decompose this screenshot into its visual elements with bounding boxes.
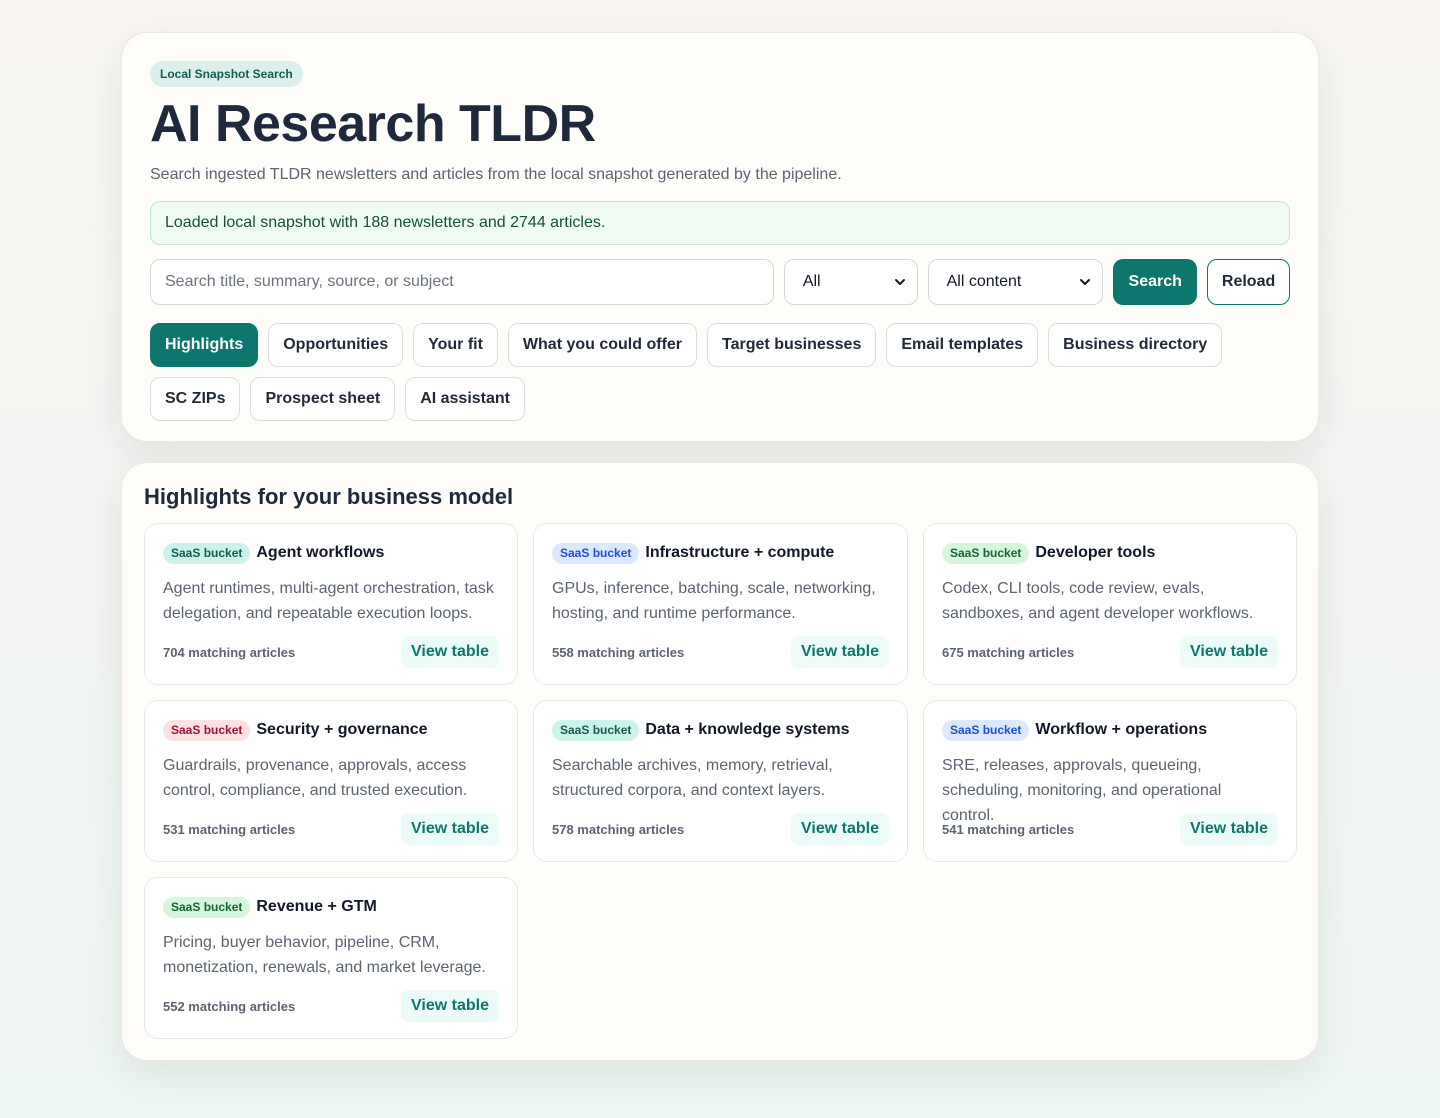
status-banner: Loaded local snapshot with 188 newslette… (150, 201, 1290, 245)
card-title: Developer tools (1035, 544, 1156, 561)
tab-your-fit[interactable]: Your fit (413, 323, 498, 367)
search-row: All All content Search Reload (150, 259, 1290, 305)
card-description: Codex, CLI tools, code review, evals, sa… (942, 580, 1254, 622)
card-title: Revenue + GTM (256, 898, 377, 915)
tab-opportunities[interactable]: Opportunities (268, 323, 404, 367)
snapshot-badge: Local Snapshot Search (150, 61, 303, 87)
tab-business-directory[interactable]: Business directory (1048, 323, 1223, 367)
highlight-card: SaaS bucket Data + knowledge systems Sea… (533, 700, 908, 862)
bucket-badge: SaaS bucket (163, 542, 251, 564)
highlight-card: SaaS bucket Workflow + operations SRE, r… (923, 700, 1297, 862)
bucket-badge: SaaS bucket (552, 719, 640, 741)
bucket-badge: SaaS bucket (163, 896, 251, 918)
card-description: GPUs, inference, batching, scale, networ… (552, 580, 876, 622)
card-title: Agent workflows (256, 544, 385, 561)
article-count: 558 matching articles (552, 644, 685, 660)
card-title: Security + governance (256, 721, 428, 738)
search-input[interactable] (150, 259, 774, 305)
card-title: Workflow + operations (1035, 721, 1208, 738)
highlight-card: SaaS bucket Agent workflows Agent runtim… (144, 523, 518, 685)
tab-highlights[interactable]: Highlights (150, 323, 259, 367)
tab-prospect-sheet[interactable]: Prospect sheet (250, 377, 396, 421)
page-subtitle: Search ingested TLDR newsletters and art… (150, 166, 842, 183)
highlight-card: SaaS bucket Infrastructure + compute GPU… (533, 523, 908, 685)
article-count: 578 matching articles (552, 821, 685, 837)
view-table-button[interactable]: View table (1180, 636, 1278, 668)
bucket-badge: SaaS bucket (552, 542, 640, 564)
reload-button[interactable]: Reload (1207, 259, 1290, 305)
tab-sc-zips[interactable]: SC ZIPs (150, 377, 241, 421)
tab-bar: Highlights Opportunities Your fit What y… (150, 323, 1250, 421)
search-panel: Local Snapshot Search AI Research TLDR S… (121, 32, 1319, 442)
article-count: 531 matching articles (163, 821, 296, 837)
chevron-down-icon (894, 279, 905, 285)
view-table-button[interactable]: View table (401, 990, 499, 1022)
chevron-down-icon (1080, 279, 1091, 285)
card-description: Agent runtimes, multi-agent orchestratio… (163, 580, 494, 622)
article-count: 541 matching articles (942, 821, 1075, 837)
view-table-button[interactable]: View table (1180, 813, 1278, 845)
article-count: 704 matching articles (163, 644, 296, 660)
page-title: AI Research TLDR (150, 95, 596, 153)
card-description: Pricing, buyer behavior, pipeline, CRM, … (163, 934, 486, 976)
card-description: Searchable archives, memory, retrieval, … (552, 757, 833, 799)
view-table-button[interactable]: View table (401, 636, 499, 668)
tab-ai-assistant[interactable]: AI assistant (405, 377, 525, 421)
tab-email-templates[interactable]: Email templates (886, 323, 1039, 367)
highlights-panel: Highlights for your business model SaaS … (121, 462, 1319, 1061)
filter-select-value: All (802, 273, 821, 290)
filter-select[interactable]: All (783, 259, 918, 305)
view-table-button[interactable]: View table (791, 813, 889, 845)
bucket-badge: SaaS bucket (942, 542, 1030, 564)
tab-target-businesses[interactable]: Target businesses (707, 323, 877, 367)
bucket-badge: SaaS bucket (942, 719, 1030, 741)
highlights-grid: SaaS bucket Agent workflows Agent runtim… (144, 523, 1297, 1039)
card-description: SRE, releases, approvals, queueing, sche… (942, 757, 1222, 824)
view-table-button[interactable]: View table (401, 813, 499, 845)
article-count: 675 matching articles (942, 644, 1075, 660)
content-select-value: All content (946, 273, 1022, 290)
highlight-card: SaaS bucket Revenue + GTM Pricing, buyer… (144, 877, 518, 1039)
view-table-button[interactable]: View table (791, 636, 889, 668)
article-count: 552 matching articles (163, 998, 296, 1014)
card-description: Guardrails, provenance, approvals, acces… (163, 757, 468, 799)
content-select[interactable]: All content (927, 259, 1104, 305)
highlight-card: SaaS bucket Developer tools Codex, CLI t… (923, 523, 1297, 685)
highlight-card: SaaS bucket Security + governance Guardr… (144, 700, 518, 862)
card-title: Infrastructure + compute (645, 544, 835, 561)
card-title: Data + knowledge systems (645, 721, 850, 738)
bucket-badge: SaaS bucket (163, 719, 251, 741)
highlights-title: Highlights for your business model (144, 484, 514, 509)
search-button[interactable]: Search (1113, 259, 1198, 305)
tab-what-you-could-offer[interactable]: What you could offer (507, 323, 698, 367)
